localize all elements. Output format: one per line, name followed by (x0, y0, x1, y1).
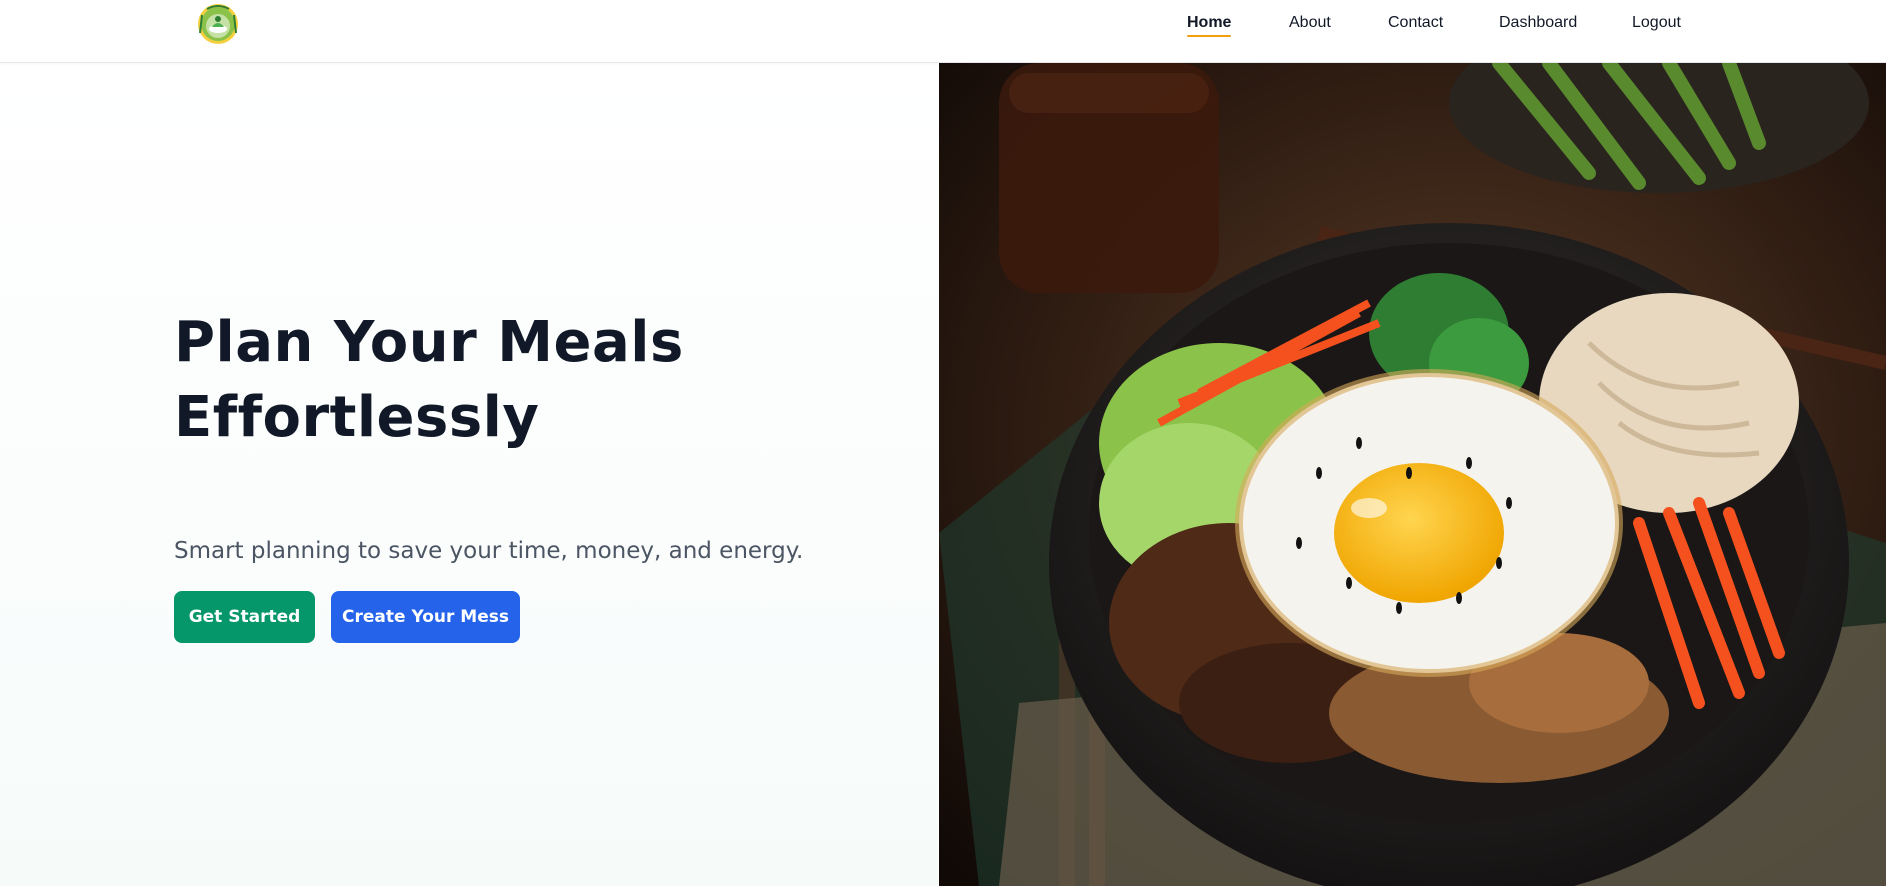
hero-title-line2: Effortlessly (174, 385, 540, 450)
hero-title-line1: Plan Your Meals (174, 310, 684, 375)
site-header: Home About Contact Dashboard Logout (0, 0, 1886, 63)
hero-title: Plan Your Meals Effortlessly (174, 305, 874, 455)
nav-contact-link[interactable]: Contact (1388, 14, 1443, 32)
create-your-mess-button[interactable]: Create Your Mess (331, 591, 520, 643)
nav-logout-link[interactable]: Logout (1632, 14, 1681, 32)
hero-section (0, 63, 938, 886)
hero-subtitle: Smart planning to save your time, money,… (174, 538, 804, 564)
bibimbap-bowl-photo-icon (939, 63, 1886, 886)
main-nav: Home About Contact Dashboard Logout (0, 0, 1886, 50)
nav-dashboard-link[interactable]: Dashboard (1499, 14, 1577, 32)
nav-about-link[interactable]: About (1289, 14, 1331, 32)
nav-home-link[interactable]: Home (1187, 14, 1232, 37)
get-started-button[interactable]: Get Started (174, 591, 315, 643)
